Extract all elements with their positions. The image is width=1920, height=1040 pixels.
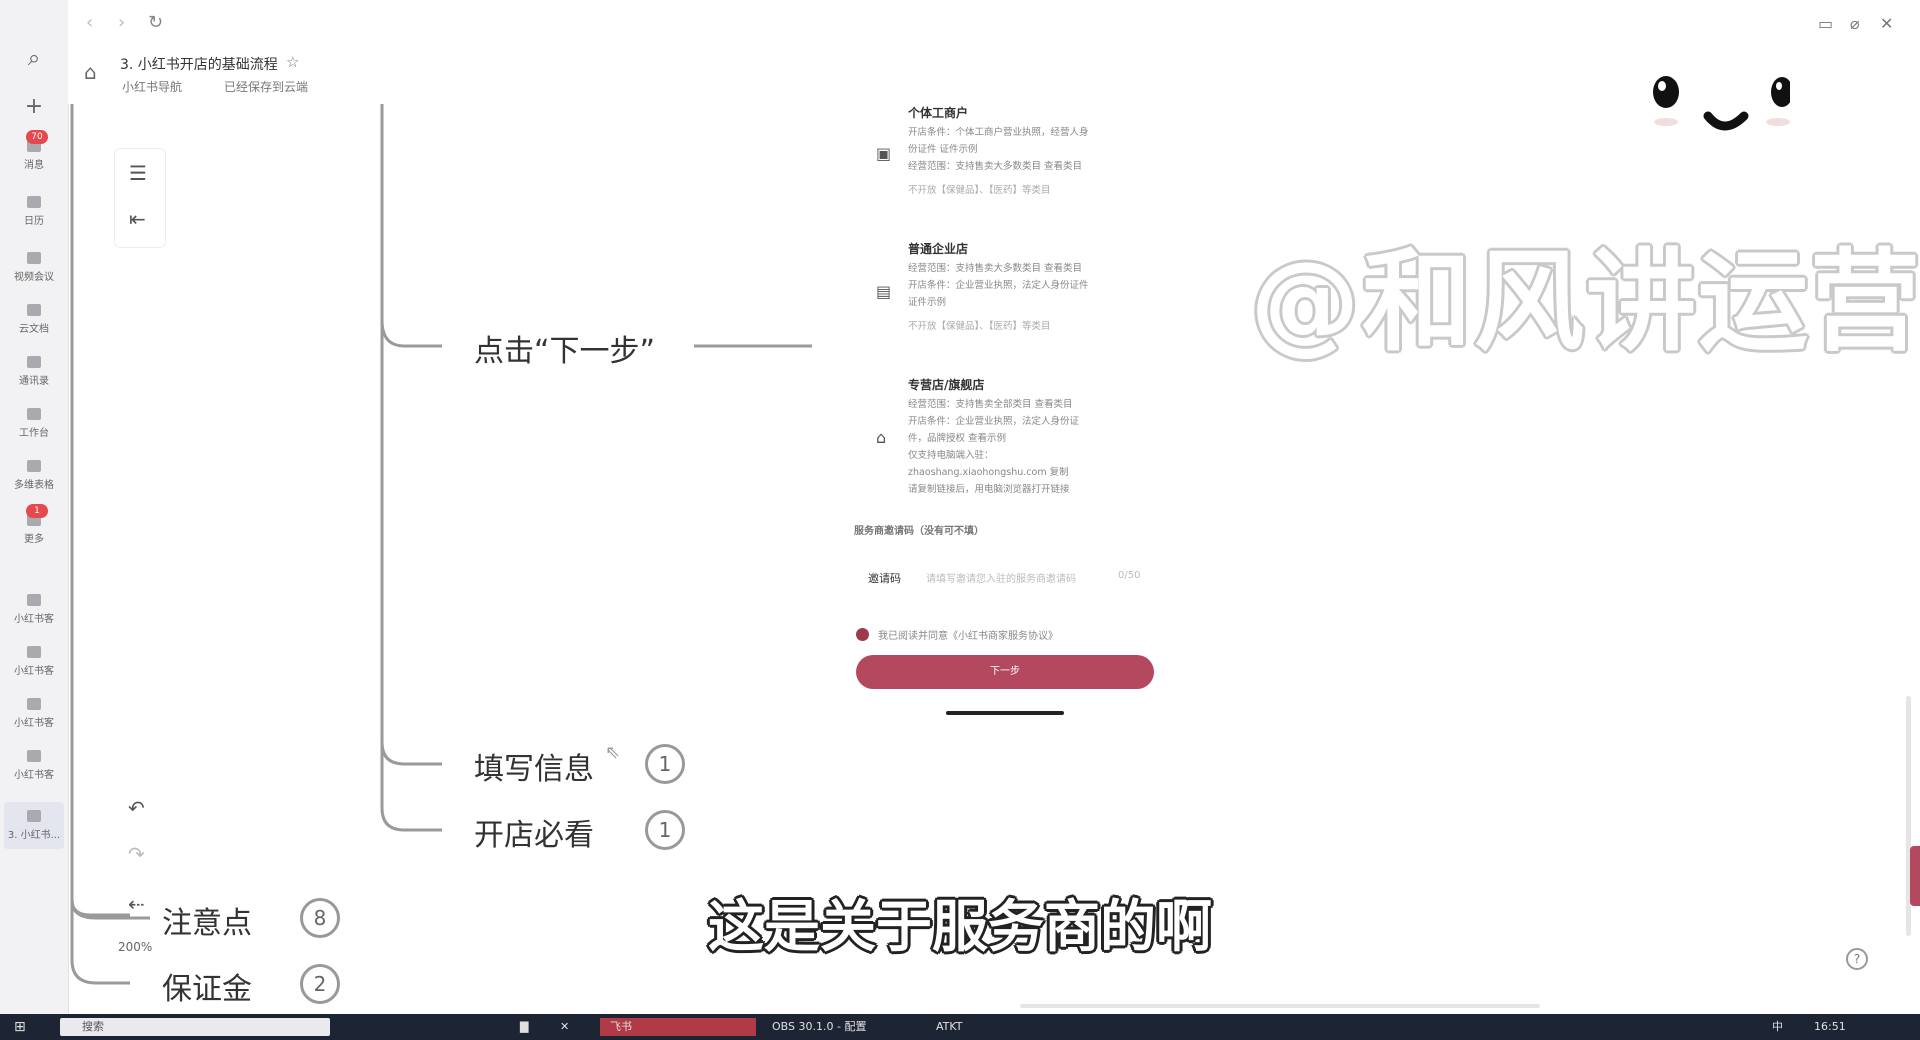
collapse-outline-icon[interactable]: ⇤	[129, 207, 146, 231]
ime-indicator[interactable]: 中	[1772, 1018, 1783, 1036]
branch-count-deposit[interactable]: 2	[300, 964, 340, 1004]
shop-type-line: zhaoshang.xiaohongshu.com 复制	[908, 467, 1069, 478]
branch-label-store-must-read[interactable]: 开店必看	[474, 810, 594, 854]
left-eye-shine	[1658, 81, 1666, 91]
shop-type-line: 仅支持电脑端入驻：	[908, 450, 994, 461]
branch-label-fill-info[interactable]: 填写信息	[474, 744, 594, 788]
shop-type-line: 开店条件：个体工商户营业执照，经营人身	[908, 127, 1089, 138]
shop-type-title: 普通企业店	[908, 242, 969, 256]
video-subtitle: 这是关于服务商的啊	[708, 895, 1212, 960]
connector-branch-trunk	[380, 104, 442, 832]
outline-icon[interactable]: ☰	[129, 161, 147, 185]
connector-fill-info	[380, 741, 442, 766]
horizontal-scrollbar[interactable]	[1020, 1004, 1540, 1008]
redo-icon[interactable]: ↷	[128, 842, 145, 866]
shop-type-warning: 不开放【保健品】、【医药】等类目	[908, 321, 1051, 332]
left-blush	[1654, 118, 1678, 126]
home-indicator	[946, 711, 1064, 715]
taskbar-app-2[interactable]: ATKT	[936, 1018, 962, 1036]
invite-code-counter: 0/50	[1118, 570, 1141, 581]
shop-type-title: 个体工商户	[908, 106, 969, 120]
right-eye-shine	[1776, 82, 1782, 90]
outline-toolbar: ☰ ⇤	[114, 148, 166, 248]
side-panel-tab[interactable]	[1910, 846, 1920, 906]
agreement-text[interactable]: 我已阅读并同意《小红书商家服务协议》	[878, 627, 1058, 642]
left-eye	[1653, 76, 1679, 108]
agreement-checkbox[interactable]	[856, 628, 869, 641]
mouse-cursor-icon: ⇖	[605, 742, 621, 763]
obs-taskbar-item[interactable]: OBS 30.1.0 - 配置	[772, 1018, 866, 1036]
connector-next-step	[380, 319, 442, 348]
building-icon: ▤	[876, 282, 892, 301]
taskbar-search[interactable]: 搜索	[60, 1018, 330, 1036]
shop-type-line: 开店条件：企业营业执照，法定人身份证	[908, 416, 1080, 427]
invite-code-title: 服务商邀请码（没有可不填）	[854, 526, 984, 537]
right-eye	[1771, 77, 1790, 107]
taskbar-clock: 16:51	[1814, 1020, 1846, 1033]
explorer-icon[interactable]: ▇	[520, 1018, 528, 1036]
branch-count-fill-info[interactable]: 1	[645, 744, 685, 784]
branch-count-store-must-read[interactable]: 1	[645, 810, 685, 850]
connector-deposit	[70, 959, 130, 985]
shop-type-line: 请复制链接后，用电脑浏览器打开链接	[908, 484, 1070, 495]
help-icon[interactable]: ?	[1846, 948, 1868, 970]
shop-type-warning: 不开放【保健品】、【医药】等类目	[908, 185, 1051, 196]
next-step-button[interactable]: 下一步	[856, 655, 1154, 689]
right-blush	[1766, 118, 1790, 126]
shop-type-line: 经营范围：支持售卖大多数类目 查看类目	[908, 263, 1083, 274]
store-icon: ⌂	[876, 428, 887, 447]
briefcase-icon: ▣	[876, 144, 892, 163]
invite-code-label: 邀请码	[868, 572, 901, 585]
shop-type-line: 份证件 证件示例	[908, 144, 978, 155]
app-icon[interactable]: ✕	[560, 1018, 569, 1036]
shop-type-line: 经营范围：支持售卖大多数类目 查看类目	[908, 161, 1083, 172]
smile-mouth	[1703, 111, 1749, 131]
windows-start-icon[interactable]: ⊞	[14, 1018, 26, 1036]
cute-face-sticker	[1653, 76, 1790, 131]
shop-type-line: 经营范围：支持售卖全部类目 查看类目	[908, 399, 1073, 410]
shop-type-line: 证件示例	[908, 297, 947, 308]
shop-type-line: 件，品牌授权 查看示例	[908, 433, 1007, 444]
shop-type-line: 开店条件：企业营业执照，法定人身份证件	[908, 280, 1089, 291]
shop-type-title: 专营店/旗舰店	[908, 378, 985, 392]
invite-code-input[interactable]: 请填写邀请您入驻的服务商邀请码	[926, 570, 1076, 585]
branch-label-deposit[interactable]: 保证金	[162, 964, 252, 1008]
windows-taskbar: ⊞ 搜索 ▇ ✕ 飞书 OBS 30.1.0 - 配置 ATKT 中 16:51	[0, 1014, 1920, 1040]
taskbar-active-app[interactable]: 飞书	[600, 1018, 756, 1036]
branch-label-next-step[interactable]: 点击“下一步”	[474, 326, 655, 370]
watermark: @和风讲运营	[1250, 238, 1920, 366]
undo-icon[interactable]: ↶	[128, 796, 145, 820]
